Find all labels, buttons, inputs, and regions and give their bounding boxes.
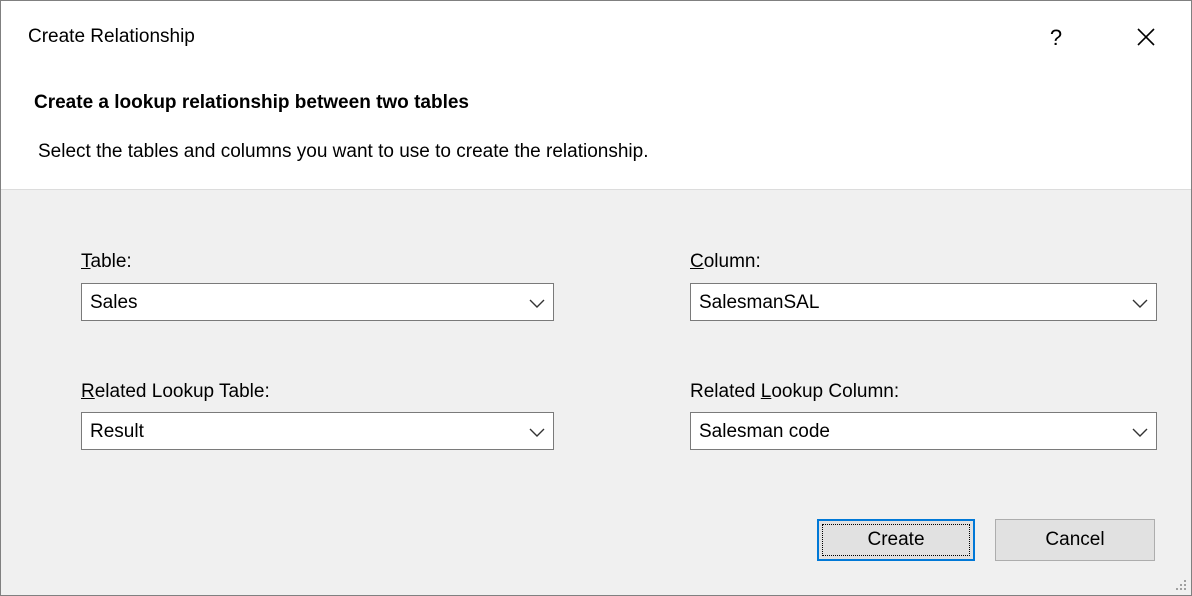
chevron-down-icon xyxy=(529,299,545,308)
title-bar: Create Relationship ? xyxy=(1,1,1191,77)
create-relationship-dialog: Create Relationship ? Create a lookup re… xyxy=(0,0,1192,596)
cancel-button-label: Cancel xyxy=(1045,529,1105,550)
related-column-label-prefix: Related xyxy=(690,381,761,402)
table-dropdown-value: Sales xyxy=(90,292,138,313)
column-label: Column: xyxy=(690,251,761,273)
dialog-header: Create a lookup relationship between two… xyxy=(1,77,1191,190)
related-column-dropdown-value: Salesman code xyxy=(699,421,830,442)
chevron-down-icon xyxy=(1132,299,1148,308)
related-column-dropdown[interactable]: Salesman code xyxy=(690,412,1157,450)
help-button[interactable]: ? xyxy=(1031,15,1081,61)
related-table-label-mnemonic: R xyxy=(81,381,95,402)
resize-grip-icon[interactable] xyxy=(1173,577,1187,591)
table-label-mnemonic: T xyxy=(81,251,91,272)
column-label-mnemonic: C xyxy=(690,251,704,272)
chevron-down-icon xyxy=(529,428,545,437)
close-button[interactable] xyxy=(1121,15,1171,61)
related-table-label-text: elated Lookup Table: xyxy=(94,381,270,402)
related-table-dropdown-value: Result xyxy=(90,421,144,442)
column-dropdown-value: SalesmanSAL xyxy=(699,292,820,313)
related-column-label: Related Lookup Column: xyxy=(690,381,899,403)
related-column-label-mnemonic: L xyxy=(760,381,772,402)
create-button[interactable]: Create xyxy=(817,519,975,561)
focus-rectangle xyxy=(822,524,970,556)
table-dropdown[interactable]: Sales xyxy=(81,283,554,321)
table-label: Table: xyxy=(81,251,132,273)
table-label-text: able: xyxy=(90,251,132,272)
chevron-down-icon xyxy=(1132,428,1148,437)
related-table-label: Related Lookup Table: xyxy=(81,381,270,403)
column-label-text: olumn: xyxy=(703,251,761,272)
dialog-description: Select the tables and columns you want t… xyxy=(38,141,649,162)
cancel-button[interactable]: Cancel xyxy=(995,519,1155,561)
window-title: Create Relationship xyxy=(28,26,195,47)
close-icon xyxy=(1137,28,1155,46)
related-column-label-text: ookup Column: xyxy=(771,381,900,402)
related-table-dropdown[interactable]: Result xyxy=(81,412,554,450)
dialog-heading: Create a lookup relationship between two… xyxy=(34,92,469,113)
column-dropdown[interactable]: SalesmanSAL xyxy=(690,283,1157,321)
